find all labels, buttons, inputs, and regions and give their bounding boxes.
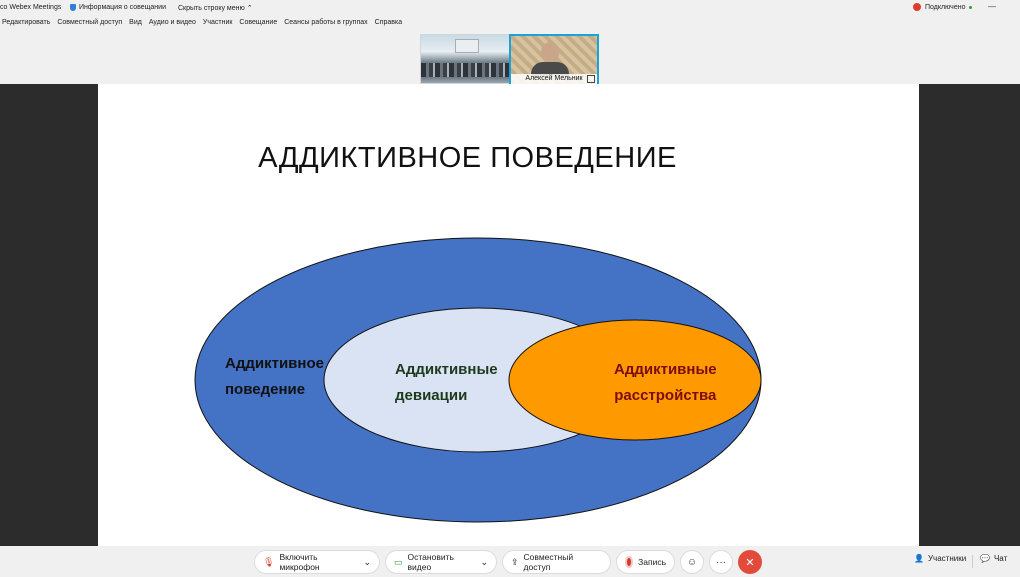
leave-meeting-button[interactable]: ✕ [738, 550, 762, 574]
unmute-label: Включить микрофон [279, 552, 320, 572]
connection-dot-icon [969, 5, 973, 9]
room-audience [421, 63, 509, 77]
middle-label: Аддиктивные девиации [395, 357, 498, 409]
chevron-down-icon[interactable]: ⌄ [480, 557, 488, 568]
hide-menu-label: Скрыть строку меню [178, 4, 245, 12]
participant-avatar [541, 42, 559, 64]
record-icon [625, 556, 634, 568]
reactions-button[interactable]: ☺ [680, 550, 704, 574]
middle-label-line1: Аддиктивные [395, 361, 498, 378]
inner-label-line1: Аддиктивные [614, 361, 717, 378]
meeting-info-label: Информация о совещании [79, 4, 166, 11]
connection-status: Подключено [913, 3, 973, 11]
share-button[interactable]: ⇪ Совместный доступ [502, 550, 611, 574]
share-icon: ⇪ [511, 556, 519, 567]
smiley-icon: ☺ [686, 556, 698, 568]
menu-item-audio-video[interactable]: Аудио и видео [149, 19, 196, 31]
menu-item-view[interactable]: Вид [129, 19, 142, 31]
menu-bar: Редактировать Совместный доступ Вид Ауди… [0, 19, 402, 31]
title-bar: co Webex Meetings Информация о совещании… [0, 0, 1020, 16]
minimize-button[interactable]: — [988, 2, 996, 11]
outer-label-line1: Аддиктивное [225, 355, 324, 372]
shared-slide: АДДИКТИВНОЕ ПОВЕДЕНИЕ Аддиктивное поведе… [98, 84, 919, 546]
room-banner [455, 39, 479, 53]
app-name: co Webex Meetings [0, 4, 62, 11]
menu-item-meeting[interactable]: Совещание [239, 19, 277, 31]
chevron-down-icon[interactable]: ⌄ [363, 557, 371, 568]
toolbar-divider [972, 555, 973, 568]
close-icon: ✕ [745, 556, 755, 569]
content-stage: АДДИКТИВНОЕ ПОВЕДЕНИЕ Аддиктивное поведе… [0, 84, 1020, 546]
menu-item-share[interactable]: Совместный доступ [57, 19, 122, 31]
stop-video-label: Остановить видео [407, 552, 454, 572]
participant-video-room[interactable] [420, 34, 510, 84]
menu-item-edit[interactable]: Редактировать [2, 19, 50, 31]
menu-item-participant[interactable]: Участник [203, 19, 233, 31]
stop-video-button[interactable]: ▭ Остановить видео ⌄ [385, 550, 497, 574]
recording-indicator-icon [913, 3, 921, 11]
more-options-button[interactable]: ··· [709, 550, 733, 574]
record-label: Запись [638, 557, 666, 567]
participants-label: Участники [927, 554, 967, 563]
menu-item-breakout[interactable]: Сеансы работы в группах [284, 19, 367, 31]
outer-label-line2: поведение [225, 381, 306, 398]
record-button[interactable]: Запись [616, 550, 675, 574]
inner-label-line2: расстройства [614, 387, 717, 404]
nested-ellipses-diagram [194, 237, 762, 523]
microphone-muted-icon: 🎙 [263, 556, 275, 567]
participants-icon: 👤 [914, 554, 924, 563]
chat-label: Чат [993, 554, 1008, 563]
more-icon: ··· [716, 556, 726, 568]
chat-bubble-icon: 💬 [980, 554, 990, 563]
outer-label: Аддиктивное поведение [225, 351, 324, 403]
meeting-info-button[interactable]: Информация о совещании [70, 4, 166, 11]
video-camera-icon: ▭ [394, 556, 403, 567]
unmute-button[interactable]: 🎙 Включить микрофон ⌄ [254, 550, 380, 574]
participant-video-active[interactable]: Алексей Мельник [509, 34, 599, 86]
participant-name: Алексей Мельник [511, 74, 597, 84]
shield-icon [70, 4, 76, 11]
meeting-toolbar: 🎙 Включить микрофон ⌄ ▭ Остановить видео… [0, 546, 1020, 577]
participants-button[interactable]: 👤 Участники [914, 554, 966, 563]
expand-icon[interactable] [587, 75, 595, 83]
menu-item-help[interactable]: Справка [375, 19, 402, 31]
connection-status-label: Подключено [925, 3, 966, 11]
chevron-up-icon: ⌃ [246, 5, 253, 12]
hide-menu-button[interactable]: Скрыть строку меню ⌃ [178, 4, 253, 13]
share-label: Совместный доступ [523, 552, 574, 572]
inner-label: Аддиктивные расстройства [614, 357, 717, 409]
chat-button[interactable]: 💬 Чат [980, 554, 1007, 563]
middle-label-line2: девиации [395, 387, 468, 404]
